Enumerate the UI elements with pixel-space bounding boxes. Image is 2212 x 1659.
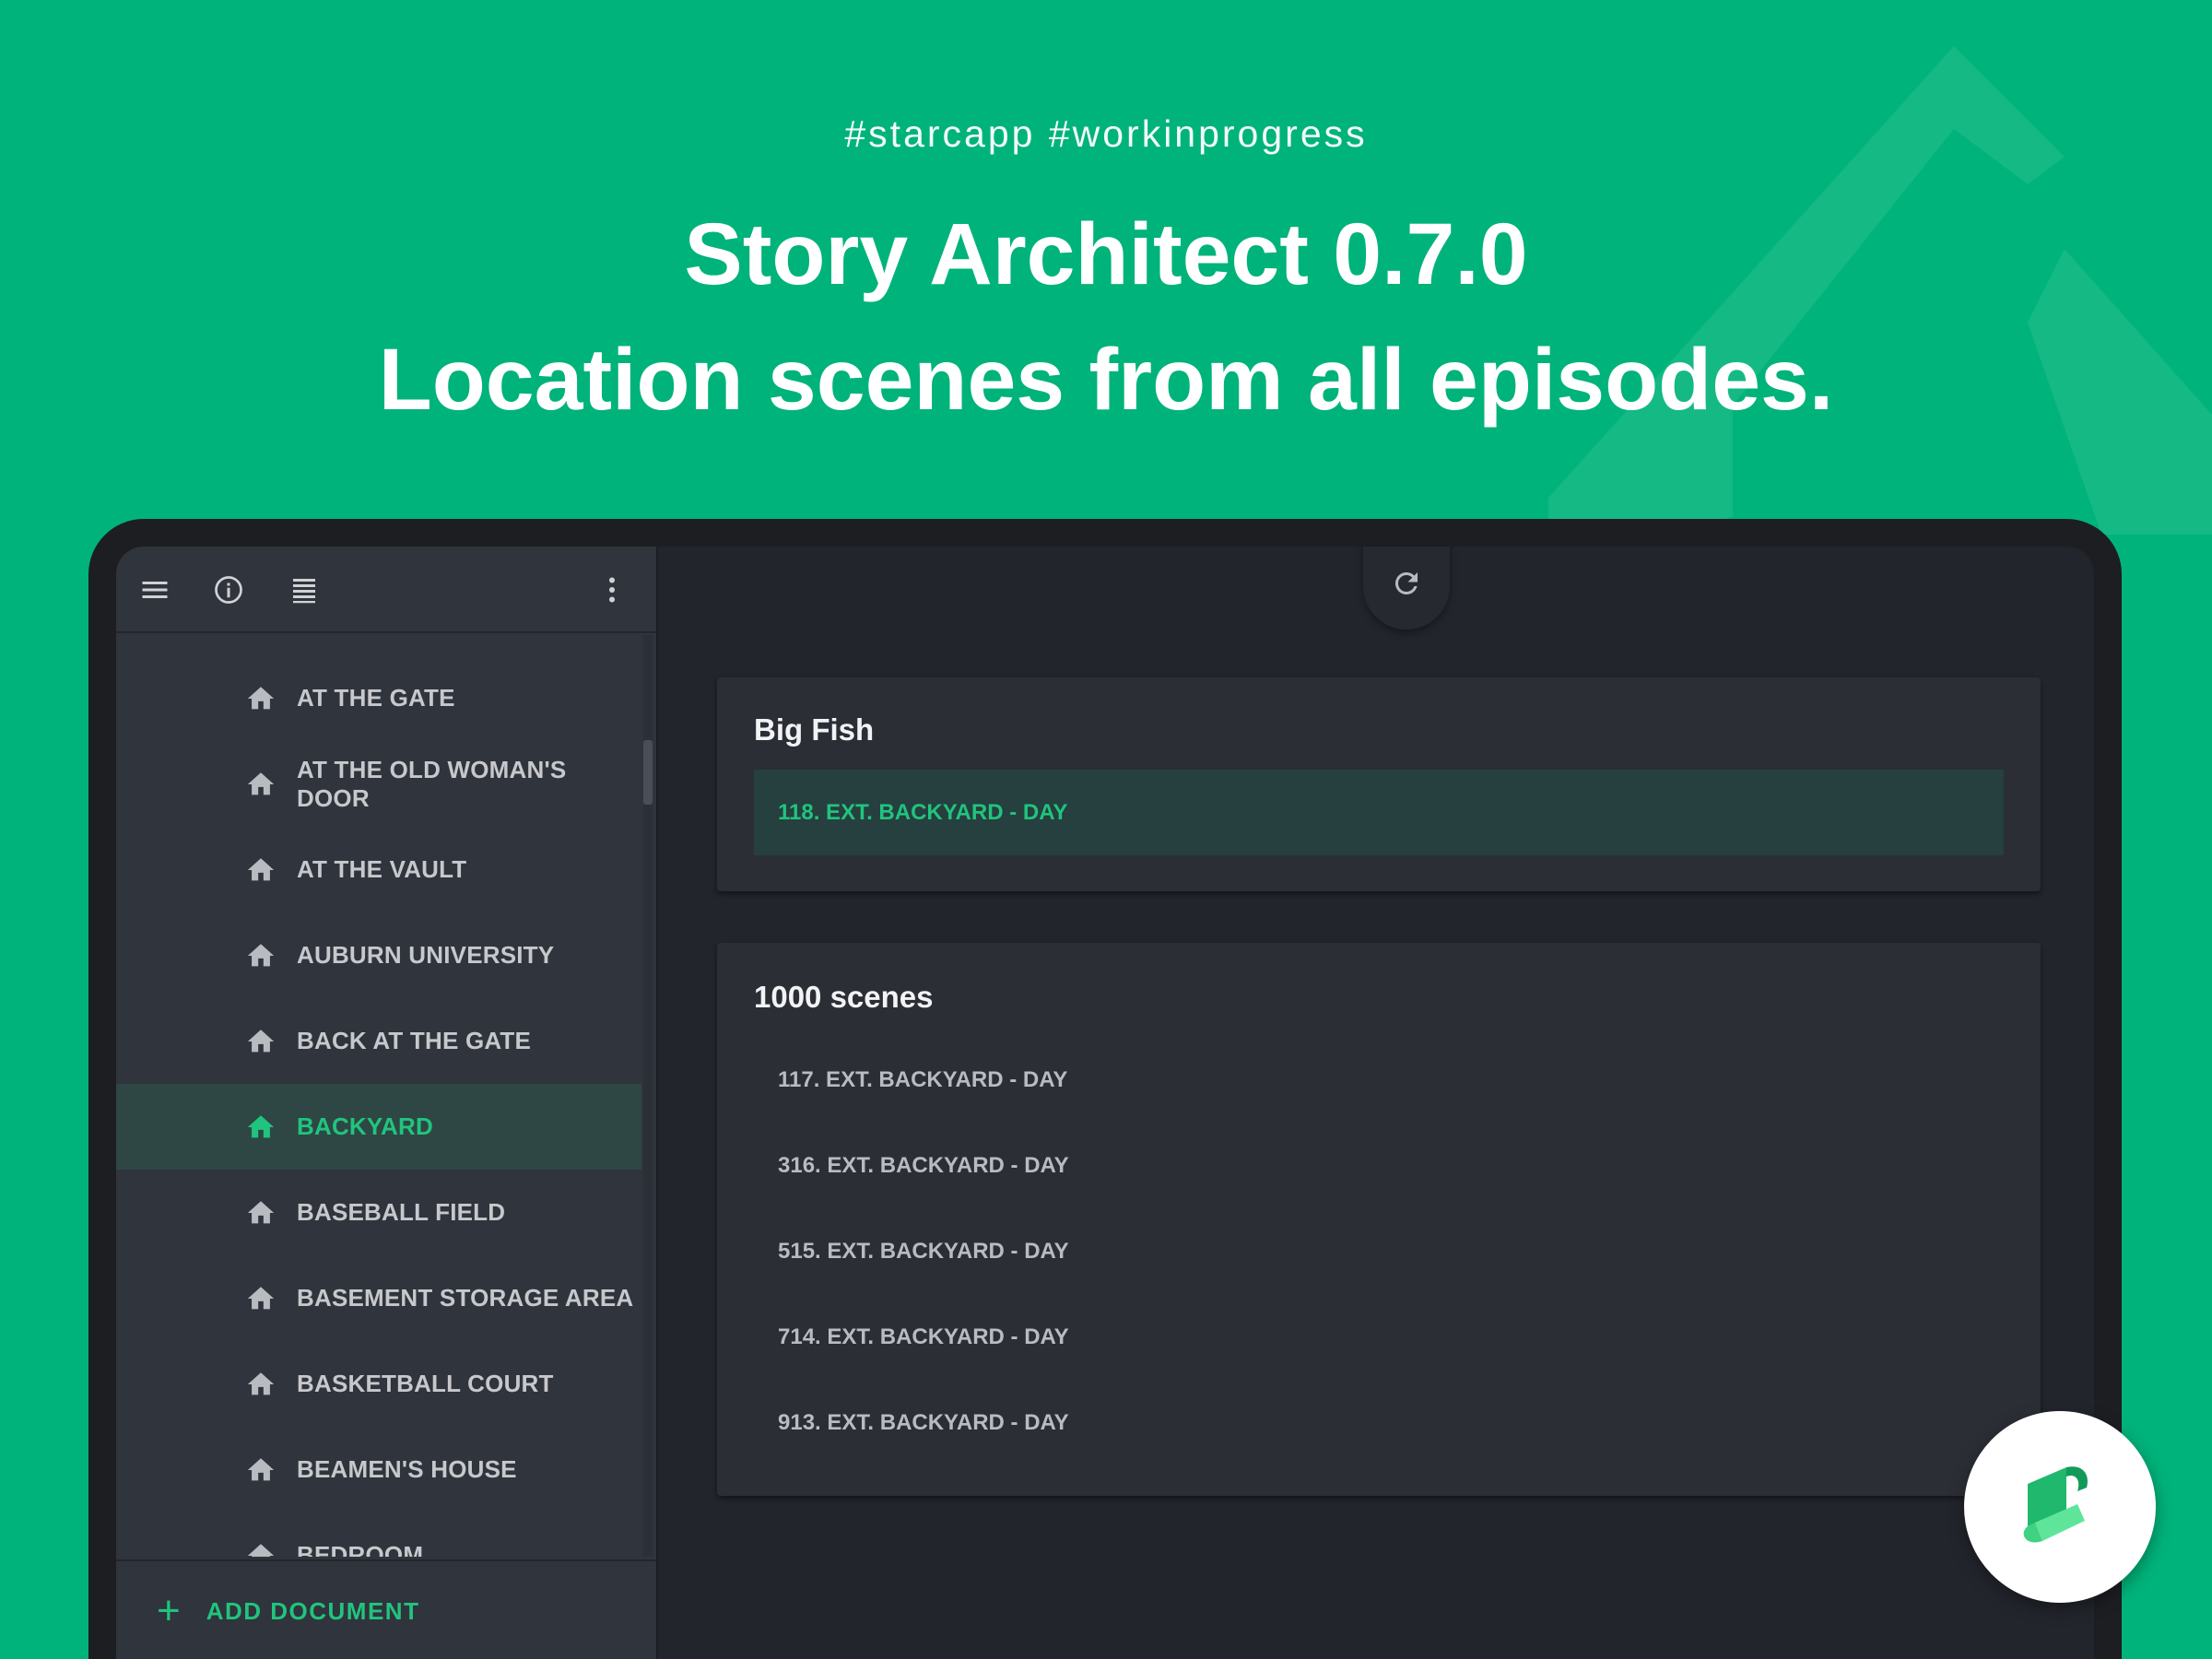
home-icon bbox=[245, 1026, 276, 1057]
scene-row[interactable]: 515. EXT. BACKYARD - DAY bbox=[754, 1208, 2004, 1294]
text-list-icon[interactable] bbox=[288, 573, 321, 606]
scene-row-selected[interactable]: 118. EXT. BACKYARD - DAY bbox=[754, 770, 2004, 855]
location-label: AT THE GATE bbox=[297, 684, 455, 712]
sidebar-toolbar bbox=[116, 547, 656, 633]
home-icon bbox=[245, 940, 276, 971]
tablet-frame: AT THE GATE AT THE OLD WOMAN'S DOOR AT T… bbox=[88, 519, 2122, 1659]
scene-heading: 316. EXT. BACKYARD - DAY bbox=[778, 1152, 1069, 1178]
home-icon bbox=[245, 1369, 276, 1400]
home-icon bbox=[245, 1197, 276, 1229]
location-item-beamens-house[interactable]: BEAMEN'S HOUSE bbox=[116, 1427, 641, 1512]
location-item-backyard[interactable]: BACKYARD bbox=[116, 1084, 641, 1170]
home-icon bbox=[245, 1283, 276, 1314]
location-item-auburn-university[interactable]: AUBURN UNIVERSITY bbox=[116, 912, 641, 998]
add-document-label: ADD DOCUMENT bbox=[206, 1596, 420, 1625]
headline-title: Story Architect 0.7.0 bbox=[684, 206, 1528, 303]
location-label: BEAMEN'S HOUSE bbox=[297, 1455, 517, 1483]
location-label: BASEMENT STORAGE AREA bbox=[297, 1284, 634, 1312]
home-icon bbox=[245, 769, 276, 800]
location-item-back-at-the-gate[interactable]: BACK AT THE GATE bbox=[116, 998, 641, 1084]
refresh-button[interactable] bbox=[1363, 547, 1450, 629]
location-label: AT THE OLD WOMAN'S DOOR bbox=[297, 755, 567, 812]
location-label: BASEBALL FIELD bbox=[297, 1198, 506, 1226]
location-label: AUBURN UNIVERSITY bbox=[297, 941, 555, 969]
hashtags: #starcapp #workinprogress bbox=[844, 112, 1368, 155]
app-window: AT THE GATE AT THE OLD WOMAN'S DOOR AT T… bbox=[116, 547, 2094, 1659]
scene-row[interactable]: 316. EXT. BACKYARD - DAY bbox=[754, 1123, 2004, 1208]
location-label: BASKETBALL COURT bbox=[297, 1370, 554, 1397]
scene-heading: 913. EXT. BACKYARD - DAY bbox=[778, 1409, 1069, 1435]
location-item-at-the-old-womans-door[interactable]: AT THE OLD WOMAN'S DOOR bbox=[116, 741, 641, 827]
card-title: 1000 scenes bbox=[754, 980, 934, 1014]
location-item-baseball-field[interactable]: BASEBALL FIELD bbox=[116, 1170, 641, 1255]
location-label: BEDROOM bbox=[297, 1541, 424, 1557]
location-label: BACKYARD bbox=[297, 1112, 433, 1140]
episode-card-big-fish: Big Fish 118. EXT. BACKYARD - DAY bbox=[717, 677, 2041, 891]
home-icon bbox=[245, 1454, 276, 1486]
scene-heading: 515. EXT. BACKYARD - DAY bbox=[778, 1238, 1069, 1264]
add-document-button[interactable]: + ADD DOCUMENT bbox=[116, 1559, 656, 1659]
sidebar-scrollbar-thumb[interactable] bbox=[643, 740, 653, 805]
home-icon bbox=[245, 1540, 276, 1557]
scene-row[interactable]: 913. EXT. BACKYARD - DAY bbox=[754, 1380, 2004, 1465]
home-icon bbox=[245, 854, 276, 886]
scene-row[interactable]: 714. EXT. BACKYARD - DAY bbox=[754, 1294, 2004, 1380]
location-label: AT THE VAULT bbox=[297, 855, 467, 883]
location-item-basement-storage-area[interactable]: BASEMENT STORAGE AREA bbox=[116, 1255, 641, 1341]
home-icon bbox=[245, 683, 276, 714]
app-logo-badge bbox=[1964, 1411, 2156, 1603]
episode-card-1000-scenes: 1000 scenes 117. EXT. BACKYARD - DAY 316… bbox=[717, 943, 2041, 1496]
sidebar: AT THE GATE AT THE OLD WOMAN'S DOOR AT T… bbox=[116, 547, 658, 1659]
headline-subtitle: Location scenes from all episodes. bbox=[378, 331, 1834, 429]
menu-icon[interactable] bbox=[138, 573, 171, 606]
scene-heading: 117. EXT. BACKYARD - DAY bbox=[778, 1066, 1068, 1092]
plus-icon: + bbox=[157, 1588, 181, 1633]
home-icon bbox=[245, 1112, 276, 1143]
location-item-at-the-gate[interactable]: AT THE GATE bbox=[116, 655, 641, 741]
location-list: AT THE GATE AT THE OLD WOMAN'S DOOR AT T… bbox=[116, 635, 641, 1557]
scene-heading: 118. EXT. BACKYARD - DAY bbox=[778, 799, 1068, 825]
location-item-bedroom[interactable]: BEDROOM bbox=[116, 1512, 641, 1557]
location-label: BACK AT THE GATE bbox=[297, 1027, 532, 1054]
info-icon[interactable] bbox=[212, 573, 245, 606]
more-vertical-icon[interactable] bbox=[595, 573, 629, 606]
refresh-icon bbox=[1394, 572, 1418, 594]
card-title: Big Fish bbox=[754, 712, 875, 747]
location-item-at-the-vault[interactable]: AT THE VAULT bbox=[116, 827, 641, 912]
story-architect-logo-icon bbox=[2023, 1466, 2088, 1543]
location-item-basketball-court[interactable]: BASKETBALL COURT bbox=[116, 1341, 641, 1427]
scene-row[interactable]: 117. EXT. BACKYARD - DAY bbox=[754, 1037, 2004, 1123]
scene-heading: 714. EXT. BACKYARD - DAY bbox=[778, 1324, 1069, 1349]
